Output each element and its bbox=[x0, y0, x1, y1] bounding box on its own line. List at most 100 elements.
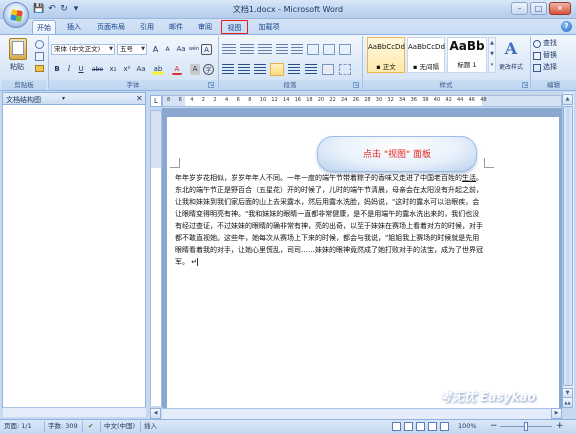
highlight-button[interactable]: ab bbox=[152, 64, 164, 75]
bullets-icon[interactable] bbox=[222, 44, 236, 55]
outline-view-icon[interactable] bbox=[428, 422, 437, 431]
grow-font-button[interactable]: A bbox=[150, 44, 161, 55]
horizontal-scrollbar[interactable] bbox=[162, 408, 562, 419]
proofing-icon[interactable]: ✔ bbox=[88, 421, 93, 432]
print-layout-icon[interactable] bbox=[392, 422, 401, 431]
multilevel-list-icon[interactable] bbox=[258, 44, 272, 55]
language-indicator[interactable]: 中文(中国) bbox=[104, 421, 135, 432]
zoom-in-icon[interactable]: + bbox=[556, 421, 564, 432]
style-heading-1[interactable]: AaBb 标题 1 bbox=[447, 37, 487, 73]
tab-selector-icon[interactable]: L bbox=[150, 95, 162, 107]
change-styles-icon[interactable]: A bbox=[500, 38, 522, 60]
underline-button[interactable]: U bbox=[76, 64, 86, 75]
style-gallery-scroll[interactable]: ▲ ▼ ▾ bbox=[488, 37, 496, 73]
character-shading-button[interactable]: A bbox=[190, 64, 200, 75]
character-border-button[interactable]: A bbox=[201, 44, 212, 55]
status-divider bbox=[100, 421, 101, 432]
style-normal[interactable]: AaBbCcDd ▪ 正文 bbox=[367, 37, 405, 73]
show-marks-icon[interactable] bbox=[339, 44, 351, 55]
navigation-pane-close-icon[interactable]: ✕ bbox=[136, 94, 143, 103]
tab-view[interactable]: 视图 bbox=[221, 20, 248, 34]
navigation-pane-scrollbar[interactable] bbox=[3, 407, 146, 417]
tab-references[interactable]: 引用 bbox=[135, 20, 159, 34]
draft-view-icon[interactable] bbox=[440, 422, 449, 431]
style-sample: AaBb bbox=[449, 39, 485, 53]
zoom-out-icon[interactable]: − bbox=[490, 421, 498, 432]
ruler-number: 14 bbox=[283, 97, 290, 103]
tab-home[interactable]: 开始 bbox=[32, 20, 56, 34]
borders-icon[interactable] bbox=[339, 64, 351, 75]
scroll-left-icon[interactable]: ◀ bbox=[150, 408, 161, 419]
document-body[interactable]: 年年岁岁花相似，岁岁年年人不同。一年一度的端午节带着粽子的香味又走进了中国老百姓… bbox=[175, 172, 485, 268]
zoom-slider-thumb[interactable] bbox=[524, 422, 528, 431]
paste-button[interactable]: 粘贴 bbox=[5, 62, 29, 73]
align-center-icon[interactable] bbox=[238, 64, 250, 75]
editing-group-label: 编辑 bbox=[531, 80, 576, 90]
word-count[interactable]: 字数: 309 bbox=[48, 421, 78, 432]
ruler-number: 2 bbox=[213, 97, 217, 103]
scroll-thumb[interactable] bbox=[563, 106, 573, 386]
zoom-level[interactable]: 100% bbox=[458, 421, 477, 432]
copy-icon[interactable] bbox=[35, 52, 44, 61]
navigation-pane-dropdown-icon[interactable]: ▾ bbox=[62, 95, 65, 102]
tab-addins[interactable]: 加载项 bbox=[253, 20, 285, 34]
sort-icon[interactable] bbox=[323, 44, 335, 55]
cut-icon[interactable] bbox=[35, 40, 44, 49]
style-no-spacing[interactable]: AaBbCcDd ▪ 无间隔 bbox=[407, 37, 445, 73]
line-spacing-icon[interactable] bbox=[305, 64, 317, 75]
superscript-button[interactable]: x² bbox=[121, 64, 133, 75]
maximize-button[interactable]: □ bbox=[530, 2, 547, 15]
font-name-combo[interactable]: 宋体 (中文正文) ▼ bbox=[51, 44, 115, 55]
previous-page-icon[interactable]: ▲▲ bbox=[562, 397, 573, 408]
replace-button[interactable]: 替换 bbox=[543, 50, 563, 61]
scroll-up-icon[interactable]: ▲ bbox=[562, 94, 573, 105]
tab-mailings[interactable]: 邮件 bbox=[164, 20, 188, 34]
format-painter-icon[interactable] bbox=[35, 65, 44, 72]
styles-dialog-launcher-icon[interactable]: ↘ bbox=[522, 82, 528, 88]
full-screen-reading-icon[interactable] bbox=[404, 422, 413, 431]
distributed-icon[interactable] bbox=[288, 64, 300, 75]
numbering-icon[interactable] bbox=[240, 44, 254, 55]
change-case-button[interactable]: Aa bbox=[135, 64, 147, 75]
shrink-font-button[interactable]: A bbox=[162, 44, 173, 55]
italic-button[interactable]: I bbox=[64, 64, 74, 75]
select-button[interactable]: 选择 bbox=[543, 62, 563, 73]
align-right-icon[interactable] bbox=[254, 64, 266, 75]
enclose-characters-button[interactable]: 字 bbox=[203, 64, 214, 75]
close-button[interactable]: ✕ bbox=[549, 2, 571, 15]
tab-insert[interactable]: 插入 bbox=[62, 20, 86, 34]
clear-format-button[interactable]: Aa bbox=[175, 44, 187, 55]
page-count[interactable]: 页面: 1/1 bbox=[4, 421, 32, 432]
minimize-button[interactable]: – bbox=[511, 2, 528, 15]
find-button[interactable]: 查找 bbox=[543, 38, 563, 49]
strikethrough-button[interactable]: abe bbox=[90, 64, 105, 75]
font-size-combo[interactable]: 五号 ▼ bbox=[117, 44, 147, 55]
font-dialog-launcher-icon[interactable]: ↘ bbox=[208, 82, 214, 88]
help-icon[interactable]: ? bbox=[561, 21, 572, 32]
font-color-button[interactable]: A bbox=[172, 64, 182, 75]
tab-review[interactable]: 审阅 bbox=[193, 20, 217, 34]
paragraph-text: 年年岁岁花相似，岁岁年年人不同。一年一度的端午节带着粽子的香味又走进了中国老百姓… bbox=[175, 174, 462, 182]
ruler-number: 22 bbox=[329, 97, 336, 103]
web-layout-icon[interactable] bbox=[416, 422, 425, 431]
office-logo-icon bbox=[10, 9, 23, 22]
phonetic-guide-button[interactable]: wén bbox=[188, 44, 200, 55]
insert-mode[interactable]: 插入 bbox=[144, 421, 157, 432]
tab-page-layout[interactable]: 页面布局 bbox=[92, 20, 130, 34]
ruler-number: 26 bbox=[352, 97, 359, 103]
bold-button[interactable]: B bbox=[52, 64, 62, 75]
style-name: ▪ 正文 bbox=[376, 63, 396, 71]
subscript-button[interactable]: x₂ bbox=[107, 64, 119, 75]
paragraph-dialog-launcher-icon[interactable]: ↘ bbox=[353, 82, 359, 88]
align-left-icon[interactable] bbox=[222, 64, 234, 75]
chinese-layout-icon[interactable] bbox=[307, 44, 319, 55]
ruler-number: 4 bbox=[225, 97, 229, 103]
increase-indent-icon[interactable] bbox=[291, 44, 303, 55]
watermark-logo: 考无忧 Easykao bbox=[440, 390, 536, 404]
scroll-right-icon[interactable]: ▶ bbox=[551, 408, 562, 419]
decrease-indent-icon[interactable] bbox=[276, 44, 288, 55]
shading-icon[interactable] bbox=[322, 64, 334, 75]
office-button[interactable] bbox=[3, 2, 29, 28]
justify-icon[interactable] bbox=[270, 63, 284, 76]
change-styles-button[interactable]: 更改样式 bbox=[496, 62, 526, 73]
